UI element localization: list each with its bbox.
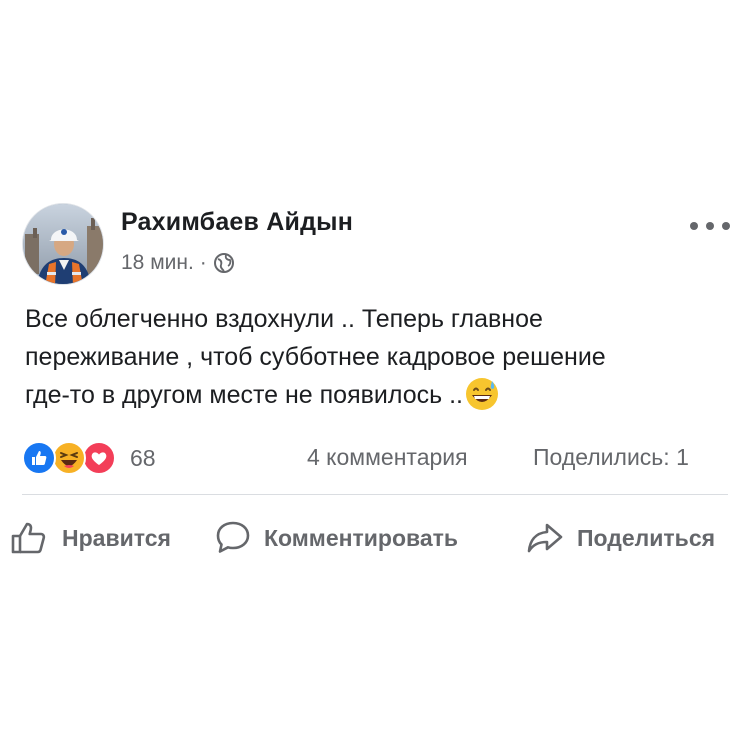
reaction-count: 68 — [130, 444, 156, 471]
comment-icon — [216, 521, 250, 553]
grinning-sweat-emoji — [466, 378, 499, 410]
thumbs-up-icon — [11, 522, 46, 554]
share-icon — [527, 523, 563, 553]
haha-reaction-icon — [52, 441, 86, 475]
author-name[interactable]: Рахимбаев Айдын — [121, 208, 353, 237]
share-button[interactable]: Поделиться — [525, 517, 715, 559]
comment-button[interactable]: Комментировать — [214, 517, 458, 559]
globe-icon[interactable] — [213, 252, 235, 274]
meta-separator: · — [199, 251, 207, 274]
post-text-line: Все облегченно вздохнули .. Теперь главн… — [25, 305, 543, 333]
share-label: Поделиться — [577, 524, 716, 551]
avatar-photo — [23, 204, 103, 284]
facebook-post: Рахимбаев Айдын 18 мин. · Все облегченно… — [0, 0, 750, 750]
like-button[interactable]: Нравится — [10, 517, 171, 559]
divider — [22, 494, 728, 495]
reactions-summary[interactable]: 68 — [22, 441, 156, 475]
post-text-line-last: где-то в другом месте не появилось .. — [25, 376, 725, 414]
post-text: Все облегченно вздохнули .. Теперь главн… — [25, 300, 725, 414]
love-reaction-icon — [82, 441, 116, 475]
comment-label: Комментировать — [264, 524, 459, 551]
shares-count[interactable]: Поделились: 1 — [533, 444, 689, 471]
like-label: Нравится — [62, 524, 171, 551]
post-text-line: переживание , чтоб субботнее кадровое ре… — [25, 343, 606, 371]
author-avatar[interactable] — [22, 203, 104, 285]
more-options-button[interactable] — [690, 216, 730, 236]
more-horizontal-icon — [690, 222, 698, 230]
post-meta: 18 мин. · — [121, 249, 235, 277]
post-timestamp[interactable]: 18 мин. — [121, 251, 194, 275]
like-reaction-icon — [22, 441, 56, 475]
comments-count[interactable]: 4 комментария — [307, 444, 468, 471]
page: Рахимбаев Айдын 18 мин. · Все облегченно… — [0, 0, 750, 750]
